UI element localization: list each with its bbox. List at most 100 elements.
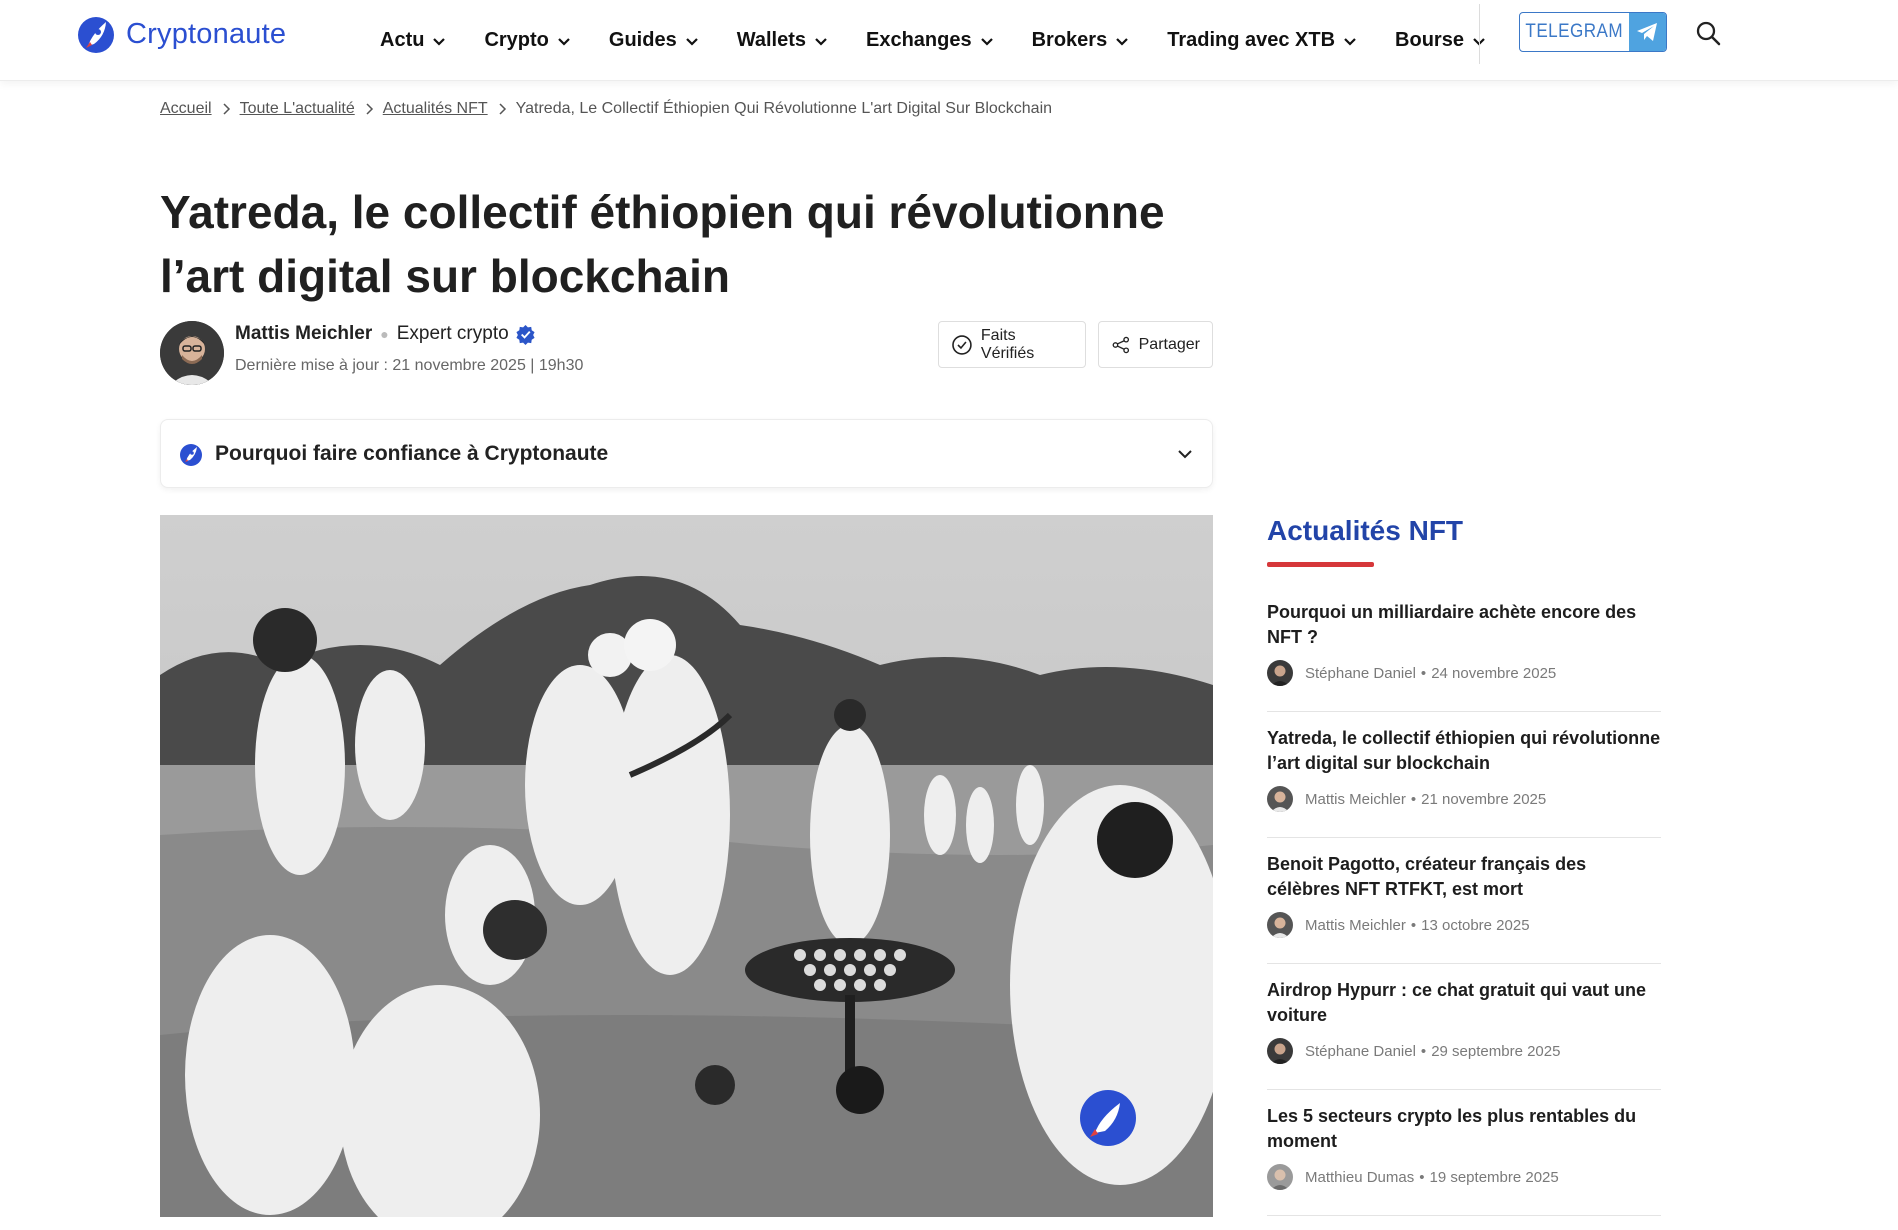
separator-dot: • [1420,664,1427,682]
chevron-right-icon [221,103,231,115]
nav-item-bourse[interactable]: Bourse [1395,29,1486,52]
main-nav: Actu Crypto Guides Wallets Exchanges Bro… [380,0,1524,81]
author-avatar[interactable] [160,321,224,385]
separator-dot: ● [380,326,389,342]
sidebar-title-underline [1267,562,1374,567]
news-item-title[interactable]: Benoit Pagotto, créateur français des cé… [1267,852,1661,902]
nav-label: Trading avec XTB [1167,29,1336,51]
breadcrumb-link-accueil[interactable]: Accueil [160,100,212,118]
last-updated: Dernière mise à jour : 21 novembre 2025 … [235,357,583,375]
news-item-meta: Stéphane Daniel • 24 novembre 2025 [1267,660,1661,686]
news-item-date: 21 novembre 2025 [1421,790,1547,808]
logo-text: Cryptonaute [126,17,287,50]
nav-label: Brokers [1031,29,1108,51]
sidebar-news-list: Pourquoi un milliardaire achète encore d… [1267,586,1661,1216]
sidebar-news-item[interactable]: Pourquoi un milliardaire achète encore d… [1267,586,1661,712]
sidebar-news-item[interactable]: Benoit Pagotto, créateur français des cé… [1267,838,1661,964]
verified-badge-icon [516,324,535,345]
chevron-down-icon [980,37,993,46]
sidebar-news-item[interactable]: Yatreda, le collectif éthiopien qui révo… [1267,712,1661,838]
chevron-down-icon [1344,37,1356,46]
author-avatar [1267,1038,1293,1064]
author-line: Mattis Meichler ● Expert crypto [235,323,536,345]
nav-divider [1479,4,1480,64]
author-avatar [1267,912,1293,938]
rocket-logo-icon [180,443,202,466]
page-title: Yatreda, le collectif éthiopien qui révo… [160,186,1165,302]
chevron-down-icon [815,37,827,46]
news-item-author: Mattis Meichler [1305,790,1406,808]
breadcrumb-current: Yatreda, Le Collectif Éthiopien Qui Révo… [515,100,1053,117]
chevron-right-icon [364,103,374,115]
news-item-title[interactable]: Airdrop Hypurr : ce chat gratuit qui vau… [1267,978,1661,1028]
author-avatar [1267,660,1293,686]
news-item-date: 19 septembre 2025 [1429,1168,1559,1186]
sidebar-news-item[interactable]: Airdrop Hypurr : ce chat gratuit qui vau… [1267,964,1661,1090]
news-item-title[interactable]: Pourquoi un milliardaire achète encore d… [1267,600,1661,650]
telegram-label: TELEGRAM [1525,21,1624,42]
nav-item-brokers[interactable]: Brokers [1032,29,1130,52]
news-item-title[interactable]: Yatreda, le collectif éthiopien qui révo… [1267,726,1661,776]
news-item-meta: Matthieu Dumas • 19 septembre 2025 [1267,1164,1661,1190]
nav-label: Crypto [484,29,549,51]
breadcrumb: Accueil Toute L'actualité Actualités NFT… [160,100,1052,118]
separator-dot: • [1419,1168,1425,1186]
nav-label: Wallets [736,29,806,51]
sidebar-news-item[interactable]: Les 5 secteurs crypto les plus rentables… [1267,1090,1661,1216]
chevron-down-icon [558,37,570,46]
chevron-down-icon [1178,449,1192,458]
news-item-meta: Mattis Meichler • 13 octobre 2025 [1267,912,1661,938]
verified-facts-label: Faits Vérifiés [980,326,1035,362]
nav-item-exchanges[interactable]: Exchanges [866,29,994,52]
chevron-down-icon [433,37,446,46]
search-icon[interactable] [1695,20,1721,46]
separator-dot: • [1410,790,1417,808]
news-item-author: Mattis Meichler [1305,916,1406,934]
chevron-down-icon [1116,37,1128,46]
nav-label: Bourse [1395,29,1464,51]
breadcrumb-link-nft[interactable]: Actualités NFT [383,100,488,118]
site-logo[interactable]: Cryptonaute [76,14,286,54]
telegram-button[interactable]: TELEGRAM [1519,12,1667,52]
breadcrumb-link-actualite[interactable]: Toute L'actualité [240,100,355,118]
rocket-logo-icon [78,17,114,53]
nav-item-crypto[interactable]: Crypto [484,29,570,52]
news-item-date: 29 septembre 2025 [1431,1042,1561,1060]
separator-dot: • [1410,916,1417,934]
check-circle-icon [952,334,972,355]
news-item-author: Stéphane Daniel [1305,1042,1416,1060]
share-button[interactable]: Partager [1098,321,1213,368]
paper-plane-icon [1628,13,1666,51]
trust-accordion[interactable]: Pourquoi faire confiance à Cryptonaute [160,419,1213,488]
chevron-right-icon [497,103,507,115]
news-item-date: 13 octobre 2025 [1421,916,1530,934]
news-item-author: Matthieu Dumas [1305,1168,1415,1186]
updated-value: 21 novembre 2025 | 19h30 [392,357,584,374]
share-label: Partager [1138,335,1200,353]
author-role: Expert crypto [396,323,509,344]
nav-label: Guides [608,29,677,51]
nav-item-guides[interactable]: Guides [609,29,699,52]
nav-item-actu[interactable]: Actu [380,29,446,52]
news-item-title[interactable]: Les 5 secteurs crypto les plus rentables… [1267,1104,1661,1154]
chevron-down-icon [685,37,698,46]
news-item-meta: Mattis Meichler • 21 novembre 2025 [1267,786,1661,812]
nav-item-trading-xtb[interactable]: Trading avec XTB [1167,29,1357,52]
nav-label: Actu [380,29,425,51]
share-icon [1112,336,1130,353]
updated-label: Dernière mise à jour : [235,357,388,374]
author-name[interactable]: Mattis Meichler [235,323,372,345]
site-header: Cryptonaute Actu Crypto Guides Wallets E… [0,0,1898,81]
author-avatar [1267,1164,1293,1190]
nav-item-wallets[interactable]: Wallets [737,29,828,52]
news-item-meta: Stéphane Daniel • 29 septembre 2025 [1267,1038,1661,1064]
separator-dot: • [1420,1042,1427,1060]
nav-label: Exchanges [865,29,972,51]
news-item-date: 24 novembre 2025 [1431,664,1557,682]
sidebar-title: Actualités NFT [1267,515,1464,546]
news-item-author: Stéphane Daniel [1305,664,1416,682]
trust-label: Pourquoi faire confiance à Cryptonaute [215,441,609,465]
verified-facts-button[interactable]: Faits Vérifiés [938,321,1086,368]
hero-image [160,515,1213,1217]
author-avatar [1267,786,1293,812]
